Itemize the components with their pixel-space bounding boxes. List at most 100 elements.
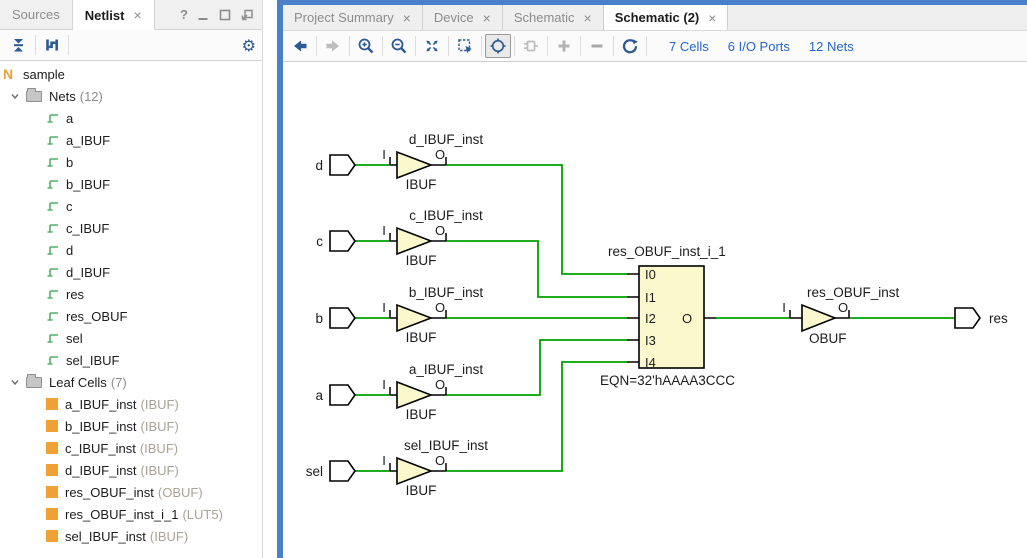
cell-c_IBUF_inst[interactable] xyxy=(397,228,431,254)
port-b[interactable] xyxy=(330,308,355,328)
tab-label: Project Summary xyxy=(294,10,394,25)
tree-item-net-b[interactable]: b xyxy=(0,151,262,173)
tree-item-net-res_OBUF[interactable]: res_OBUF xyxy=(0,305,262,327)
port-c[interactable] xyxy=(330,231,355,251)
close-icon[interactable]: × xyxy=(133,8,141,22)
tree-group-leaf-cells[interactable]: Leaf Cells (7) xyxy=(0,371,262,393)
folder-icon xyxy=(26,377,42,388)
close-icon[interactable]: × xyxy=(708,11,716,25)
instance-label: res_OBUF_inst xyxy=(807,285,900,300)
tree-item-cell-res_OBUF_inst_i_1[interactable]: res_OBUF_inst_i_1(LUT5) xyxy=(0,503,262,525)
cell-a_IBUF_inst[interactable] xyxy=(397,382,431,408)
autofit-selection-button[interactable] xyxy=(485,34,511,58)
net-icon xyxy=(46,266,60,279)
tree-item-net-d_IBUF[interactable]: d_IBUF xyxy=(0,261,262,283)
back-button[interactable] xyxy=(287,34,313,58)
port-d[interactable] xyxy=(330,155,355,175)
settings-gear-icon[interactable]: ⚙ xyxy=(242,36,256,55)
tab-project-summary[interactable]: Project Summary × xyxy=(283,5,423,30)
scroll-to-selected-button[interactable] xyxy=(39,33,65,57)
tab-schematic[interactable]: Schematic × xyxy=(503,5,604,30)
cell-type-label: IBUF xyxy=(406,330,437,345)
tree-item-net-sel_IBUF[interactable]: sel_IBUF xyxy=(0,349,262,371)
expand-cone-button[interactable] xyxy=(518,34,544,58)
tab-device[interactable]: Device × xyxy=(423,5,503,30)
divider xyxy=(349,36,350,56)
net-icon xyxy=(46,354,60,367)
collapse-all-button[interactable] xyxy=(6,33,32,57)
close-icon[interactable]: × xyxy=(483,11,491,25)
tree-item-net-sel[interactable]: sel xyxy=(0,327,262,349)
chevron-down-icon[interactable] xyxy=(8,91,22,101)
nets-link[interactable]: 12 Nets xyxy=(809,39,854,54)
cell-res_OBUF_inst[interactable] xyxy=(802,305,835,331)
regenerate-button[interactable] xyxy=(617,34,643,58)
tree-item-label: b_IBUF_inst xyxy=(65,419,137,434)
cell-icon xyxy=(46,464,58,476)
port-sel[interactable] xyxy=(330,461,355,481)
tree-item-cell-b_IBUF_inst[interactable]: b_IBUF_inst(IBUF) xyxy=(0,415,262,437)
help-icon[interactable]: ? xyxy=(180,7,188,22)
cells-link[interactable]: 7 Cells xyxy=(669,39,709,54)
tree-item-cell-a_IBUF_inst[interactable]: a_IBUF_inst(IBUF) xyxy=(0,393,262,415)
tab-label: Schematic xyxy=(514,10,575,25)
tree-group-label: Nets xyxy=(49,89,76,104)
tree-item-net-a[interactable]: a xyxy=(0,107,262,129)
tab-schematic-2[interactable]: Schematic (2) × xyxy=(604,5,729,30)
tree-item-label: res_OBUF_inst xyxy=(65,485,154,500)
back-arrow-icon xyxy=(291,37,309,55)
scroll-to-selected-icon xyxy=(43,36,61,54)
io-ports-link[interactable]: 6 I/O Ports xyxy=(728,39,790,54)
zoom-fit-button[interactable] xyxy=(419,34,445,58)
cell-d_IBUF_inst[interactable] xyxy=(397,152,431,178)
tree-group-nets[interactable]: Nets (12) xyxy=(0,85,262,107)
tree-item-label: res_OBUF xyxy=(66,309,127,324)
add-button[interactable] xyxy=(551,34,577,58)
minimize-icon[interactable] xyxy=(196,8,210,22)
port-label: b xyxy=(315,311,323,326)
chevron-down-icon[interactable] xyxy=(8,377,22,387)
tree-item-cell-c_IBUF_inst[interactable]: c_IBUF_inst(IBUF) xyxy=(0,437,262,459)
cell-b_IBUF_inst[interactable] xyxy=(397,305,431,331)
panel-window-controls: ? xyxy=(180,0,262,29)
tree-item-cell-sel_IBUF_inst[interactable]: sel_IBUF_inst(IBUF) xyxy=(0,525,262,547)
port-res[interactable] xyxy=(955,308,980,328)
zoom-in-icon xyxy=(357,37,375,55)
cell-type-label: IBUF xyxy=(406,407,437,422)
folder-icon xyxy=(26,91,42,102)
net-icon xyxy=(46,156,60,169)
tree-item-sample[interactable]: N sample xyxy=(0,63,262,85)
cell-sel_IBUF_inst[interactable] xyxy=(397,458,431,484)
schematic-canvas[interactable]: d d_IBUF_inst I O IBUF c c_IBUF_inst I O… xyxy=(283,62,1027,558)
zoom-in-button[interactable] xyxy=(353,34,379,58)
tree-item-label: b xyxy=(66,155,73,170)
tree-item-net-b_IBUF[interactable]: b_IBUF xyxy=(0,173,262,195)
tab-netlist-label: Netlist xyxy=(85,8,125,23)
tree-item-cell-res_OBUF_inst[interactable]: res_OBUF_inst(OBUF) xyxy=(0,481,262,503)
instance-label: a_IBUF_inst xyxy=(409,362,484,377)
tab-sources[interactable]: Sources xyxy=(0,0,72,29)
remove-button[interactable] xyxy=(584,34,610,58)
port-a[interactable] xyxy=(330,385,355,405)
expand-cone-icon xyxy=(522,37,540,55)
tab-netlist[interactable]: Netlist × xyxy=(72,0,155,30)
net-icon xyxy=(46,288,60,301)
netlist-panel: Sources Netlist × ? ⚙ xyxy=(0,0,263,558)
close-icon[interactable]: × xyxy=(584,11,592,25)
tree-item-cell-d_IBUF_inst[interactable]: d_IBUF_inst(IBUF) xyxy=(0,459,262,481)
net-icon xyxy=(46,112,60,125)
pin-label: I4 xyxy=(645,355,656,370)
cell-type-label: IBUF xyxy=(406,253,437,268)
zoom-out-button[interactable] xyxy=(386,34,412,58)
tree-item-net-a_IBUF[interactable]: a_IBUF xyxy=(0,129,262,151)
pin-label: I0 xyxy=(645,267,656,282)
forward-button[interactable] xyxy=(320,34,346,58)
tree-item-net-c_IBUF[interactable]: c_IBUF xyxy=(0,217,262,239)
tree-item-net-c[interactable]: c xyxy=(0,195,262,217)
maximize-icon[interactable] xyxy=(218,8,232,22)
tree-item-net-d[interactable]: d xyxy=(0,239,262,261)
tree-item-net-res[interactable]: res xyxy=(0,283,262,305)
zoom-selection-button[interactable] xyxy=(452,34,478,58)
close-icon[interactable]: × xyxy=(403,11,411,25)
float-icon[interactable] xyxy=(240,8,254,22)
